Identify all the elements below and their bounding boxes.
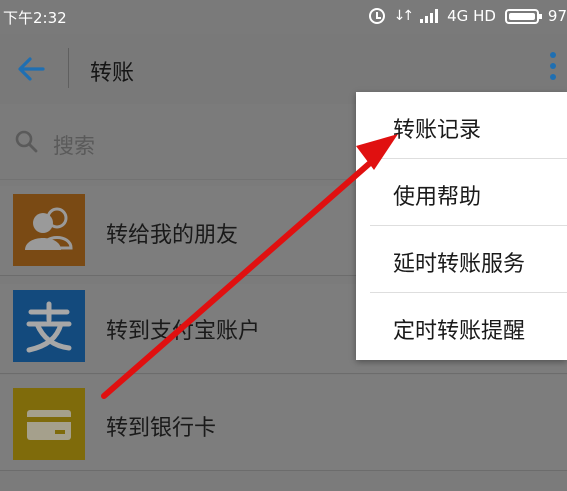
status-icons: ↓↑ 4G HD 97 <box>368 7 567 25</box>
list-item-label: 转到支付宝账户 <box>106 319 261 344</box>
alarm-icon <box>368 8 385 24</box>
menu-item-label: 转账记录 <box>393 118 482 143</box>
menu-item-help[interactable]: 使用帮助 <box>356 159 567 226</box>
list-item-label: 转到银行卡 <box>106 416 217 441</box>
more-options-icon[interactable] <box>545 52 561 88</box>
battery-level: 97 <box>547 7 567 25</box>
friends-icon <box>13 194 85 266</box>
header-divider <box>68 48 69 88</box>
bank-card-icon <box>13 388 85 460</box>
search-icon <box>15 130 38 153</box>
data-transfer-icon: ↓↑ <box>393 8 415 24</box>
back-arrow-icon[interactable] <box>16 55 46 83</box>
menu-item-delayed-transfer[interactable]: 延时转账服务 <box>356 226 567 293</box>
status-bar: 下午2:32 ↓↑ 4G HD 97 <box>0 0 567 34</box>
network-type: 4G HD <box>447 7 496 25</box>
menu-item-scheduled-reminder[interactable]: 定时转账提醒 <box>356 293 567 360</box>
list-item-bank-card[interactable] <box>0 375 567 471</box>
menu-item-label: 定时转账提醒 <box>393 319 526 344</box>
page-title: 转账 <box>90 61 135 86</box>
menu-item-label: 使用帮助 <box>393 185 482 210</box>
menu-item-transfer-records[interactable]: 转账记录 <box>356 92 567 159</box>
battery-icon <box>504 8 542 24</box>
overflow-menu: 转账记录 使用帮助 延时转账服务 定时转账提醒 <box>356 92 567 360</box>
status-time: 下午2:32 <box>3 9 67 27</box>
signal-icon <box>420 9 439 23</box>
menu-item-label: 延时转账服务 <box>393 252 526 277</box>
search-input[interactable]: 搜索 <box>53 130 95 160</box>
alipay-icon <box>13 290 85 362</box>
list-item-label: 转给我的朋友 <box>106 223 239 248</box>
